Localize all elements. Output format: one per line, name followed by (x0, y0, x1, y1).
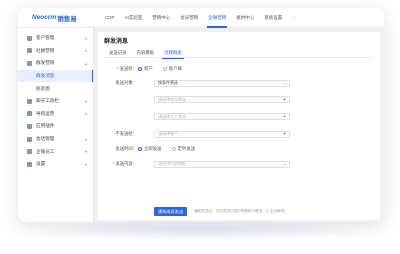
nav-item[interactable]: 素材中心 (231, 8, 259, 28)
target-option-customer[interactable]: 客户 (138, 66, 153, 72)
tab[interactable]: 发送记录 (104, 48, 132, 58)
gear-icon (27, 161, 32, 167)
filter-row: 发送对象: (98, 79, 138, 87)
content-select[interactable]: 请选择内容模板 ▾ (154, 160, 290, 168)
sidebar-item-label: 群发营销 (36, 60, 55, 66)
radio-icon (162, 67, 167, 71)
chevron-icon: ▾ (84, 149, 87, 155)
main-nav: CDP AI实验室 营销中心 会员营销 企微营销 素材中心 系统设置 ··· (100, 8, 302, 28)
sidebar-item[interactable]: 会话管理 ▾ (18, 133, 93, 146)
sidebar-item-label: 导购运营 (36, 110, 55, 116)
sidebar-item[interactable]: 群发营销 ▴ (18, 57, 93, 70)
exclude-row: 不发送给: (98, 130, 138, 138)
sidebar-item-label: 企微员工 (36, 148, 55, 154)
logo-brand: Neocrm (32, 14, 57, 21)
sidebar-item[interactable]: 应用插件 (18, 120, 93, 133)
sidebar-item[interactable]: 导购运营 ▾ (18, 108, 93, 121)
tab[interactable]: 创建群发 (159, 48, 187, 59)
time-option-now[interactable]: 立即发送 (138, 146, 162, 152)
exclude-label: 不发送给: (115, 131, 134, 136)
sidebar-item[interactable]: 设置 ▾ (18, 158, 93, 171)
sidebar-item-label: 聊天工具栏 (36, 98, 59, 104)
plus-icon[interactable]: + (283, 97, 286, 103)
nav-item[interactable]: 营销中心 (147, 8, 175, 28)
sidebar-item[interactable]: 朋友圈 (18, 82, 93, 95)
sidebar-item[interactable]: 聊天工具栏 ▾ (18, 95, 93, 108)
radio-icon (138, 147, 142, 151)
send-icon (27, 60, 32, 66)
notify-send-button[interactable]: 通知成员发送 (154, 207, 188, 216)
plus-icon[interactable]: + (283, 131, 286, 137)
top-navbar: Neocrm 销售易 CDP AI实验室 营销中心 会员营销 企微营销 素材中心 系统设置 ·… (18, 8, 384, 28)
sidebar-item-label: 群发消息 (36, 73, 55, 79)
logo: Neocrm 销售易 (32, 13, 100, 23)
user-icon (27, 35, 32, 41)
chevron-icon: ▾ (84, 111, 87, 117)
frame-shadow (22, 220, 378, 240)
chevron-down-icon: ▾ (284, 81, 286, 86)
staff-icon (27, 149, 32, 155)
chevron-icon: ▾ (84, 48, 87, 54)
tab-bar: 发送记录 内容模板 创建群发 (104, 48, 374, 59)
page-title: 群发消息 (104, 39, 129, 45)
nav-item[interactable]: ··· (287, 8, 302, 28)
time-option-scheduled[interactable]: 定时发送 (171, 146, 195, 152)
tab[interactable]: 内容模板 (132, 48, 160, 58)
usage-filter-select[interactable]: 请选择使用筛选 + (154, 96, 290, 103)
plugin-icon (27, 123, 32, 129)
nav-item[interactable]: 系统设置 (259, 8, 287, 28)
sidebar-item-label: 应用插件 (36, 123, 55, 129)
sidebar-item-label: 会话管理 (36, 136, 55, 142)
content-row: *发送内容: (98, 160, 138, 168)
logo-product: 销售易 (57, 15, 77, 23)
submit-hint: 通知发送后，可在发送记录中查看执行情况（上企业微信） (194, 209, 288, 213)
guide-icon (27, 111, 32, 117)
nav-item[interactable]: 企微营销 (203, 8, 231, 28)
radio-icon (138, 67, 142, 71)
nav-item[interactable]: AI实验室 (120, 8, 148, 28)
app-window: Neocrm 销售易 CDP AI实验室 营销中心 会员营销 企微营销 素材中心 系统设置 ·… (18, 8, 384, 222)
sidebar-item[interactable]: 群发消息 (18, 69, 93, 83)
plus-icon[interactable]: + (283, 114, 286, 120)
target-label: *发送给: (116, 66, 134, 71)
time-label: 发送时间: (115, 146, 134, 151)
session-icon (27, 136, 32, 142)
sidebar-item-label: 朋友圈 (36, 85, 50, 91)
content-label: *发送内容: (112, 161, 134, 166)
chevron-icon: ▾ (84, 136, 87, 142)
nav-item[interactable]: CDP (100, 8, 120, 28)
sidebar-item[interactable]: 社群营销 ▾ (18, 45, 93, 58)
target-row: *发送给: 客户 客户群 (98, 65, 192, 73)
nav-item[interactable]: 会员营销 (175, 8, 203, 28)
chevron-icon: ▾ (84, 35, 87, 41)
sidebar: 客户管理 ▾ 社群营销 ▾ 群发营销 ▴ 群发消息朋友圈聊天工具栏 ▾ 导购运营 ▾ 应用插件会话管… (18, 28, 94, 222)
sidebar-item[interactable]: 企微员工 ▾ (18, 145, 93, 158)
sidebar-item-label: 客户管理 (36, 35, 55, 41)
sidebar-item[interactable]: 客户管理 ▾ (18, 32, 93, 45)
sidebar-item-label: 社群营销 (36, 47, 55, 53)
chat-icon (27, 98, 32, 104)
chevron-down-icon: ▾ (284, 162, 286, 167)
staff-filter-select[interactable]: 请选择员工筛选 + (154, 113, 290, 120)
radio-icon (171, 147, 176, 151)
filter-select[interactable]: 按条件筛选 ▾ (154, 79, 290, 87)
main-panel: 群发消息 发送记录 内容模板 创建群发 *发送给: 客户 客户群 发送对象: 按条件… (98, 32, 380, 220)
time-row: 发送时间: 立即发送 定时发送 (98, 145, 205, 153)
chevron-icon: ▴ (84, 60, 87, 66)
exclude-select[interactable]: 请选择客户 + (154, 130, 290, 138)
group-icon (27, 48, 32, 54)
target-option-group[interactable]: 客户群 (162, 66, 182, 72)
sidebar-item-label: 设置 (36, 161, 46, 167)
chevron-icon: ▾ (84, 98, 87, 104)
chevron-icon: ▾ (84, 161, 87, 167)
filter-label: 发送对象: (115, 80, 134, 85)
